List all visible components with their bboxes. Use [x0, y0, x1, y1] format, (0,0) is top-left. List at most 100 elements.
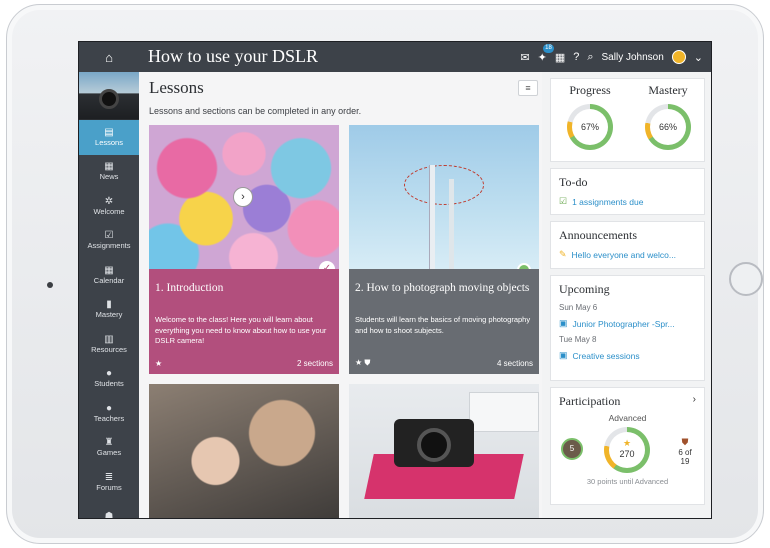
- lesson-card-introduction[interactable]: › ✓ 1. Introduction Welcome to the class…: [149, 125, 339, 374]
- lesson-sections: 2 sections: [296, 359, 333, 368]
- sidebar-item-games[interactable]: ♜ Games: [79, 431, 139, 466]
- todo-item-label: 1 assignments due: [572, 196, 644, 207]
- games-icon: ♜: [104, 437, 114, 449]
- chevron-right-icon[interactable]: ›: [693, 394, 696, 405]
- calendar-icon: ▣: [559, 318, 568, 328]
- sidebar-item-label: Forums: [96, 482, 122, 492]
- lesson-card-moving-objects[interactable]: 2. How to photograph moving objects Stud…: [349, 125, 539, 374]
- lesson-image: [349, 384, 539, 518]
- course-thumbnail[interactable]: [79, 72, 139, 120]
- user-name[interactable]: Sally Johnson: [602, 52, 664, 63]
- sidebar-item-calendar[interactable]: ▦ Calendar: [79, 258, 139, 293]
- lesson-image: [149, 384, 339, 518]
- chevron-down-icon[interactable]: ⌄: [694, 51, 703, 64]
- lesson-footer: ★ 2 sections: [155, 359, 333, 368]
- sidebar-item-label: Resources: [91, 344, 127, 354]
- sidebar-item-label: Mastery: [95, 310, 123, 320]
- lesson-info: 1. Introduction Welcome to the class! He…: [149, 269, 339, 374]
- rank: ⛊ 6 of 19: [674, 437, 696, 466]
- sidebar-item-label: Teachers: [93, 413, 125, 423]
- sidebar: ▤ Lessons ▦ News ✲ Welcome ☑ Assignments ▦ Calend…: [79, 72, 139, 518]
- avatar[interactable]: [671, 50, 686, 64]
- front-camera: [47, 282, 53, 288]
- mastery-value: 66%: [650, 109, 686, 145]
- calendar-icon: ▣: [559, 350, 568, 360]
- participation-panel: Participation › Advanced 5 ★ 270 ⛊ 6 of 1…: [550, 387, 705, 505]
- upcoming-event[interactable]: ▣ Creative sessions: [559, 350, 696, 361]
- course-title: How to use your DSLR: [148, 46, 318, 66]
- upcoming-title: Upcoming: [559, 282, 610, 296]
- upcoming-date: Sun May 6: [559, 303, 598, 312]
- participation-stats: 5 ★ 270 ⛊ 6 of 19: [559, 425, 696, 475]
- points-ring: ★ 270: [604, 427, 650, 473]
- sidebar-item-news[interactable]: ▦ News: [79, 155, 139, 190]
- notifications-icon[interactable]: ✦ 18: [538, 43, 554, 64]
- mail-icon[interactable]: ✉: [520, 51, 529, 64]
- rank-value: 6 of 19: [678, 448, 692, 466]
- lesson-description: Welcome to the class! Here you will lear…: [155, 315, 327, 345]
- lesson-footer: ★ ⛊ 4 sections: [355, 358, 533, 368]
- mastery-widget[interactable]: Mastery 66%: [633, 83, 703, 150]
- upcoming-event-label: Creative sessions: [572, 350, 640, 361]
- search-icon[interactable]: ⌕: [587, 51, 593, 64]
- megaphone-icon: ✎: [559, 249, 567, 259]
- grid-icon[interactable]: ▦: [555, 51, 565, 64]
- star-icon: ★: [155, 359, 163, 368]
- lesson-description: Students will learn the basics of moving…: [355, 315, 531, 335]
- assignments-icon: ☑: [104, 230, 114, 242]
- home-button[interactable]: [729, 262, 763, 296]
- sidebar-item-students[interactable]: ● Students: [79, 362, 139, 397]
- shield-icon: ⛊: [681, 437, 689, 447]
- notifications-badge: 18: [543, 43, 554, 53]
- sidebar-item-label: Assignments: [87, 241, 131, 251]
- top-bar: ⌂ How to use your DSLR ✉ ✦ 18 ▦ ? ⌕ Sally…: [79, 42, 711, 72]
- upcoming-panel: Upcoming Sun May 6 ▣ Junior Photographer…: [550, 275, 705, 381]
- participation-note: 30 points until Advanced: [586, 477, 669, 486]
- upcoming-date: Tue May 8: [559, 335, 597, 344]
- sidebar-nav: ▤ Lessons ▦ News ✲ Welcome ☑ Assignments ▦ Calend…: [79, 120, 139, 518]
- lesson-card-3[interactable]: [149, 384, 339, 518]
- help-icon[interactable]: ?: [573, 51, 579, 63]
- lessons-panel: Lessons ≡ Lessons and sections can be co…: [139, 72, 542, 518]
- lesson-info: 2. How to photograph moving objects Stud…: [349, 269, 539, 374]
- lesson-title: 2. How to photograph moving objects: [355, 282, 530, 294]
- participation-title: Participation: [559, 394, 621, 408]
- sidebar-item-label: Games: [96, 448, 122, 458]
- news-icon: ▦: [104, 161, 114, 173]
- star-icon: ★: [622, 438, 632, 448]
- sidebar-item-mastery[interactable]: ▮ Mastery: [79, 293, 139, 328]
- mastery-ring: 66%: [645, 104, 691, 150]
- top-bar-icons: ✉ ✦ 18 ▦ ? ⌕ Sally Johnson ⌄: [520, 42, 703, 72]
- todo-item[interactable]: ☑ 1 assignments due: [559, 196, 696, 207]
- teachers-icon: ●: [105, 402, 113, 414]
- resources-icon: ▥: [104, 333, 114, 345]
- sidebar-item-resources[interactable]: ▥ Resources: [79, 327, 139, 362]
- sidebar-item-teachers[interactable]: ● Teachers: [79, 396, 139, 431]
- chevron-right-icon[interactable]: ›: [233, 187, 253, 207]
- lesson-card-4[interactable]: [349, 384, 539, 518]
- sidebar-item-label: Lessons: [95, 137, 123, 147]
- sidebar-item-lessons[interactable]: ▤ Lessons: [79, 120, 139, 155]
- upcoming-event-label: Junior Photographer -Spr...: [572, 318, 675, 329]
- progress-widget[interactable]: Progress 67%: [555, 83, 625, 150]
- students-icon: ●: [105, 368, 113, 380]
- list-view-icon[interactable]: ≡: [518, 80, 538, 96]
- home-icon[interactable]: ⌂: [79, 42, 139, 72]
- mastery-icon: ▮: [106, 299, 112, 311]
- mastery-label: Mastery: [648, 83, 688, 97]
- forums-icon: ≣: [104, 471, 114, 483]
- participation-level: Advanced: [608, 413, 647, 423]
- sidebar-item-assignments[interactable]: ☑ Assignments: [79, 224, 139, 259]
- points-value: 270: [619, 449, 635, 459]
- sidebar-item-welcome[interactable]: ✲ Welcome: [79, 189, 139, 224]
- sidebar-item-more[interactable]: ☗: [79, 500, 139, 518]
- level-badge: 5: [561, 438, 583, 460]
- app-screen: ⌂ How to use your DSLR ✉ ✦ 18 ▦ ? ⌕ Sally…: [78, 41, 712, 519]
- sidebar-item-forums[interactable]: ≣ Forums: [79, 465, 139, 500]
- right-sidebar: Progress 67% Mastery 66% To-do ☑ 1 assig…: [542, 72, 711, 518]
- upcoming-event[interactable]: ▣ Junior Photographer -Spr...: [559, 318, 696, 329]
- announcements-panel: Announcements ✎ Hello everyone and welco…: [550, 221, 705, 269]
- announcement-item[interactable]: ✎ Hello everyone and welco...: [559, 249, 696, 260]
- sidebar-item-label: Students: [94, 379, 124, 389]
- todo-title: To-do: [559, 175, 588, 189]
